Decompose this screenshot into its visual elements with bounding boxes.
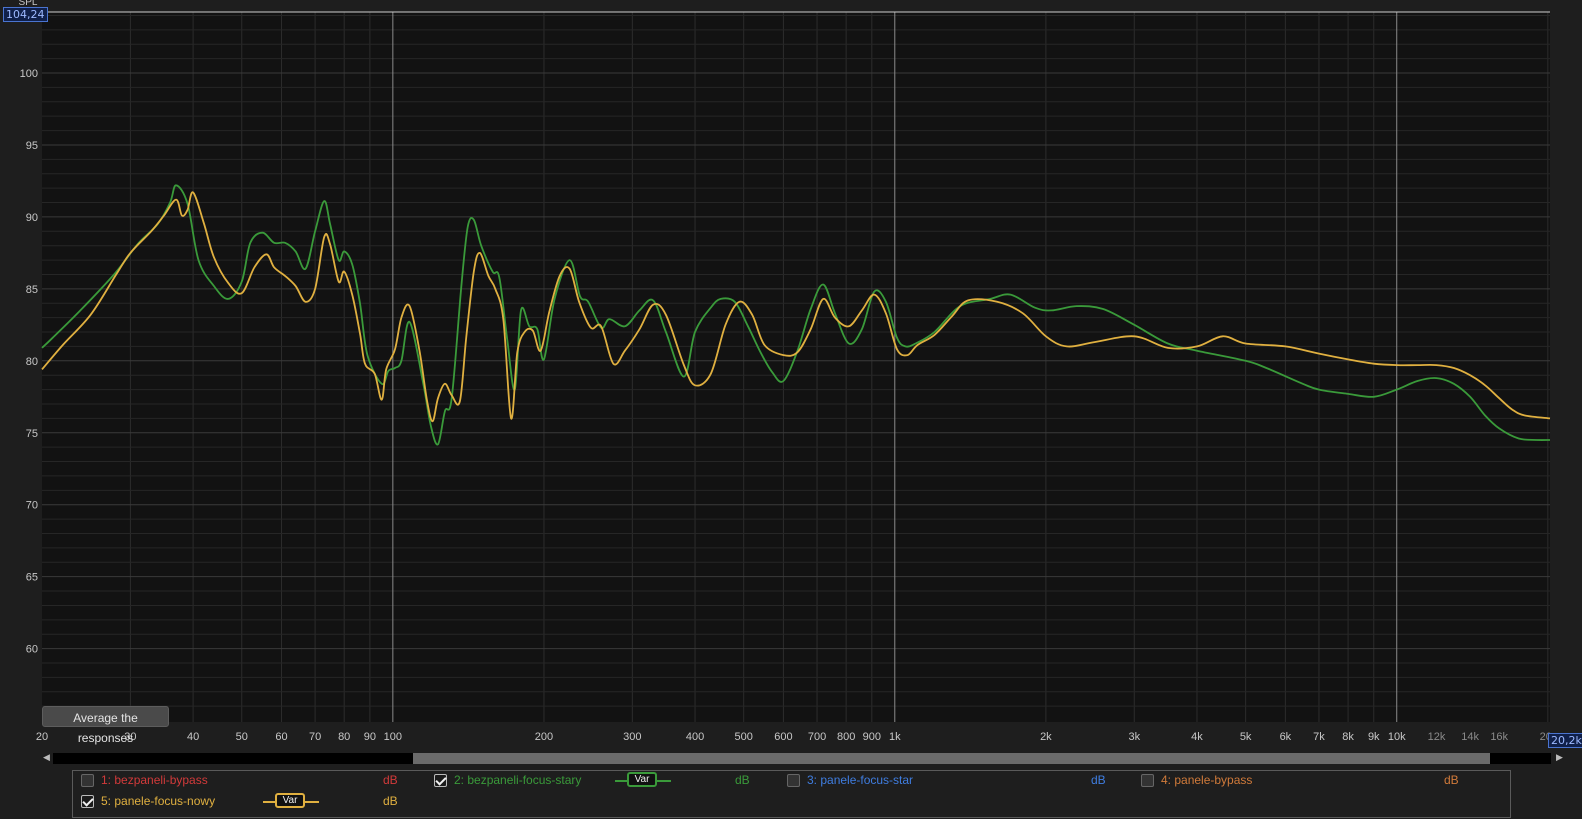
y-tick-label: 95 — [26, 140, 38, 152]
legend-name-4: 4: panele-bypass — [1161, 773, 1253, 787]
x-tick-label: 3k — [1128, 731, 1140, 743]
legend-name-3: 3: panele-focus-star — [807, 773, 914, 787]
legend-checkbox-1[interactable] — [81, 774, 94, 787]
x-tick-label: 600 — [774, 731, 792, 743]
x-tick-label: 4k — [1191, 731, 1203, 743]
scroll-right-arrow-icon[interactable]: ▶ — [1556, 752, 1563, 765]
x-tick-label: 100 — [384, 731, 402, 743]
legend-checkbox-5[interactable] — [81, 795, 94, 808]
measurement-legend: 1: bezpaneli-bypass dB 2: bezpaneli-focu… — [72, 770, 1511, 818]
x-tick-label: 10k — [1388, 731, 1406, 743]
legend-name-5: 5: panele-focus-nowy — [101, 794, 216, 808]
y-tick-label: 65 — [26, 572, 38, 584]
legend-item-4[interactable]: 4: panele-bypass dB — [1141, 772, 1471, 790]
y-tick-label: 80 — [26, 356, 38, 368]
y-tick-label: 75 — [26, 428, 38, 440]
scroll-left-arrow-icon[interactable]: ◀ — [43, 752, 50, 765]
x-tick-label: 800 — [837, 731, 855, 743]
x-axis-tick-labels: 2030405060708090100200300400500600700800… — [36, 731, 1552, 743]
plot-area-background — [42, 12, 1550, 722]
x-tick-label: 20 — [36, 731, 48, 743]
x-tick-label: 12k — [1428, 731, 1446, 743]
y-tick-label: 70 — [26, 500, 38, 512]
horizontal-scrollbar-thumb[interactable] — [413, 753, 1490, 764]
legend-var-button-5[interactable]: Var — [275, 793, 305, 808]
x-tick-label: 1k — [889, 731, 901, 743]
x-tick-label: 80 — [338, 731, 350, 743]
legend-unit-5: dB — [383, 794, 398, 808]
y-cursor-readout: 104,24 — [3, 7, 48, 22]
y-tick-label: 85 — [26, 284, 38, 296]
legend-var-button-2[interactable]: Var — [627, 772, 657, 787]
x-cursor-readout: 20,2k — [1548, 733, 1582, 748]
x-tick-label: 8k — [1342, 731, 1354, 743]
x-tick-label: 400 — [686, 731, 704, 743]
x-tick-label: 14k — [1461, 731, 1479, 743]
legend-var-5[interactable]: Var — [263, 792, 319, 810]
legend-unit-2: dB — [735, 773, 750, 787]
x-tick-label: 50 — [236, 731, 248, 743]
y-tick-label: 60 — [26, 644, 38, 656]
legend-item-2[interactable]: 2: bezpaneli-focus-stary Var dB — [434, 772, 764, 790]
x-tick-label: 700 — [808, 731, 826, 743]
x-tick-label: 500 — [735, 731, 753, 743]
legend-checkbox-3[interactable] — [787, 774, 800, 787]
x-tick-label: 900 — [863, 731, 881, 743]
x-tick-label: 6k — [1280, 731, 1292, 743]
x-tick-label: 200 — [535, 731, 553, 743]
average-responses-button[interactable]: Average the responses — [42, 706, 169, 745]
legend-unit-1: dB — [383, 773, 398, 787]
x-tick-label: 60 — [275, 731, 287, 743]
legend-item-5[interactable]: 5: panele-focus-nowy Var dB — [81, 793, 411, 811]
x-tick-label: 16k — [1490, 731, 1508, 743]
legend-item-3[interactable]: 3: panele-focus-star dB — [787, 772, 1117, 790]
x-tick-label: 70 — [309, 731, 321, 743]
y-tick-label: 100 — [20, 68, 38, 80]
x-tick-label: 40 — [187, 731, 199, 743]
legend-item-1[interactable]: 1: bezpaneli-bypass dB — [81, 772, 411, 790]
legend-name-2: 2: bezpaneli-focus-stary — [454, 773, 582, 787]
x-tick-label: 90 — [364, 731, 376, 743]
x-tick-label: 5k — [1240, 731, 1252, 743]
legend-var-2[interactable]: Var — [615, 771, 671, 789]
y-tick-label: 90 — [26, 212, 38, 224]
x-tick-label: 2k — [1040, 731, 1052, 743]
x-tick-label: 300 — [623, 731, 641, 743]
frequency-response-chart[interactable]: 6065707580859095100SPL 20304050607080901… — [0, 0, 1582, 819]
legend-checkbox-4[interactable] — [1141, 774, 1154, 787]
legend-checkbox-2[interactable] — [434, 774, 447, 787]
x-tick-label: 9k — [1368, 731, 1380, 743]
legend-unit-4: dB — [1444, 773, 1459, 787]
x-tick-label: 7k — [1313, 731, 1325, 743]
legend-unit-3: dB — [1091, 773, 1106, 787]
y-axis-tick-labels: 6065707580859095100SPL — [19, 0, 38, 656]
legend-name-1: 1: bezpaneli-bypass — [101, 773, 208, 787]
